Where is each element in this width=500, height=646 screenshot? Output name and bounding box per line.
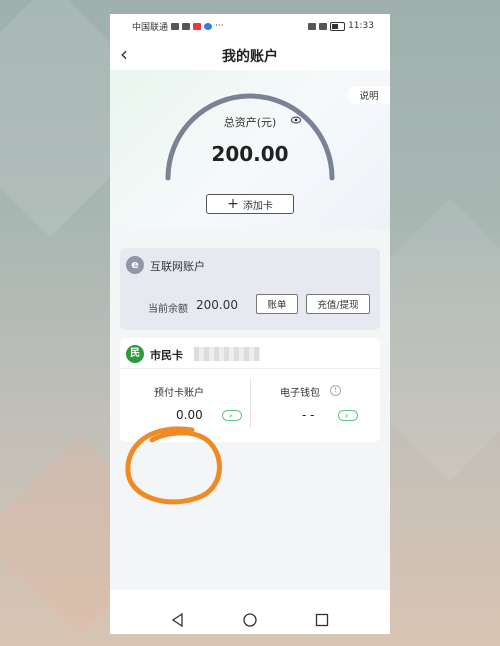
recent-square-icon[interactable]: [314, 612, 330, 628]
divider: [250, 378, 251, 428]
citizen-card-header[interactable]: 民 市民卡: [120, 338, 380, 369]
home-circle-icon[interactable]: [242, 612, 258, 628]
wallet-expand-button[interactable]: ›: [338, 410, 358, 421]
status-time: 11:33: [348, 21, 374, 31]
explain-button[interactable]: 说明: [348, 86, 390, 104]
e-wallet-value: - -: [302, 408, 315, 422]
bill-button[interactable]: 账单: [256, 294, 298, 314]
balance-label: 当前余额: [148, 304, 188, 315]
internet-account-logo-icon: e: [126, 256, 144, 274]
internet-account-card[interactable]: e 互联网账户 当前余额 200.00 账单 充值/提现: [120, 248, 380, 330]
prepaid-account-label: 预付卡账户: [154, 388, 204, 399]
page-title: 我的账户: [222, 49, 278, 65]
more-icon: ···: [215, 21, 224, 31]
status-right: 11:33: [308, 21, 374, 31]
phone-screen: 中国联通 ··· 11:33 ‹ 我的账户 说明 总资产(元) 200.00 +…: [110, 14, 390, 634]
info-icon[interactable]: !: [330, 385, 341, 396]
add-card-button[interactable]: + 添加卡: [206, 194, 294, 214]
eye-icon[interactable]: [291, 115, 301, 125]
status-bar: 中国联通 ··· 11:33: [110, 14, 390, 38]
citizen-card-title: 市民卡: [150, 349, 183, 362]
main-content: 说明 总资产(元) 200.00 + 添加卡 e 互联网账户 当前余额 200.…: [110, 70, 390, 590]
wechat-icon: [182, 22, 191, 30]
e-wallet-label: 电子钱包: [280, 388, 320, 399]
citizen-card-logo-icon: 民: [126, 345, 144, 363]
total-asset-value: 200.00: [211, 142, 289, 166]
carrier-label: 中国联通: [132, 22, 169, 33]
internet-account-title: 互联网账户: [150, 260, 205, 273]
plus-icon: +: [227, 196, 239, 212]
masked-card-number: [194, 347, 260, 361]
total-asset-label: 总资产(元): [223, 116, 277, 129]
recharge-withdraw-button[interactable]: 充值/提现: [306, 294, 370, 314]
system-nav-bar: [110, 606, 390, 634]
status-left: 中国联通 ···: [132, 20, 224, 33]
asset-gauge-arc: [165, 93, 335, 181]
chevron-right-icon: ›: [345, 411, 349, 420]
shield-icon: [204, 22, 213, 30]
mute-icon: [319, 22, 328, 30]
total-asset-card: 说明 总资产(元) 200.00 + 添加卡: [110, 70, 390, 230]
chevron-right-icon: ›: [229, 411, 233, 420]
nav-bar: ‹ 我的账户: [110, 40, 390, 70]
prepaid-account-value: 0.00: [176, 408, 203, 422]
alarm-icon: [308, 22, 317, 30]
add-card-label: 添加卡: [242, 200, 273, 212]
prepaid-expand-button[interactable]: ›: [222, 410, 242, 421]
citizen-card: 民 市民卡 预付卡账户 0.00 › 电子钱包 ! - - ›: [120, 338, 380, 442]
back-triangle-icon[interactable]: [170, 612, 186, 628]
balance-value: 200.00: [196, 298, 238, 312]
signal-icon: [171, 22, 180, 30]
battery-icon: [330, 21, 346, 31]
notification-icon: [193, 22, 202, 30]
